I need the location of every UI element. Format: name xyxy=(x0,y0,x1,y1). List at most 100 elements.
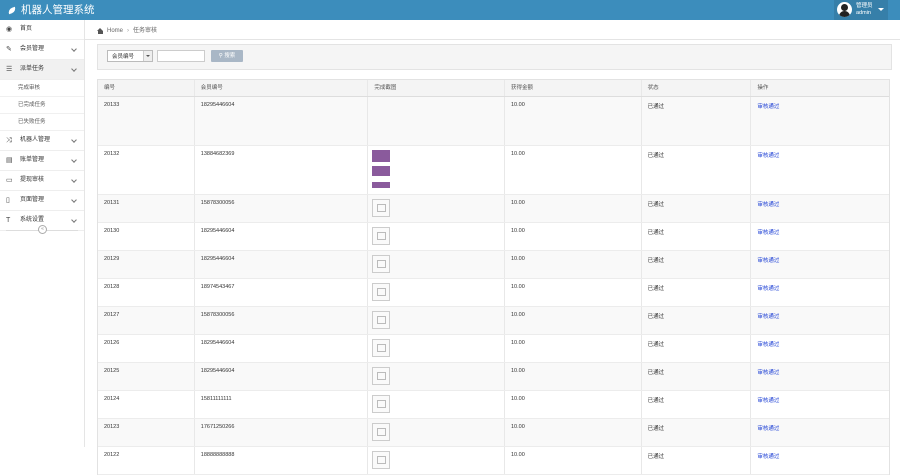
screenshot-image[interactable] xyxy=(372,166,391,176)
home-icon[interactable] xyxy=(97,28,104,34)
breadcrumb-home[interactable]: Home xyxy=(107,26,123,36)
search-field-select[interactable]: 会员编号 xyxy=(107,50,153,62)
sidebar-item-tasks[interactable]: ☰ 派单任务 xyxy=(0,60,84,80)
search-button-label: 搜索 xyxy=(224,53,236,59)
cell-status: 已通过 xyxy=(642,335,752,362)
cell-action-text[interactable]: 审核通过 xyxy=(757,256,779,264)
table-row: 20131 15878300056 10.00 已通过 审核通过 xyxy=(98,195,889,223)
cell-member: 15811111111 xyxy=(195,391,369,418)
cell-status-text: 已通过 xyxy=(647,314,665,320)
leaf-icon xyxy=(7,6,17,14)
cell-member: 18888888888 xyxy=(195,447,369,474)
screenshot-thumbnail[interactable] xyxy=(372,423,391,441)
cell-status: 已通过 xyxy=(642,363,752,390)
cell-action-text[interactable]: 审核通过 xyxy=(757,424,779,432)
cell-status-text: 已通过 xyxy=(647,342,665,348)
sidebar-item-label: 会员管理 xyxy=(20,46,45,52)
sidebar-subitem-completed[interactable]: 已完成任务 xyxy=(0,97,84,114)
cell-screenshot xyxy=(368,391,505,418)
sidebar-item-label: 派单任务 xyxy=(20,66,45,72)
cell-member: 13884682369 xyxy=(195,146,369,194)
cell-status: 已通过 xyxy=(642,279,752,306)
cell-status-text: 已通过 xyxy=(647,230,665,236)
cell-action-text[interactable]: 审核通过 xyxy=(757,102,779,110)
sidebar-item-label: 提现审核 xyxy=(20,177,45,183)
cell-status-text: 已通过 xyxy=(647,370,665,376)
sidebar-item-billing[interactable]: ▤ 账单管理 xyxy=(0,151,84,171)
cell-action-text[interactable]: 审核通过 xyxy=(757,396,779,404)
cell-action-text[interactable]: 审核通过 xyxy=(757,368,779,376)
cell-status: 已通过 xyxy=(642,391,752,418)
cell-amount-text: 10.00 xyxy=(510,284,525,290)
user-name: 管理员 xyxy=(856,3,873,9)
sidebar-subitem-review[interactable]: 完成审核 xyxy=(0,80,84,97)
cell-status-text: 已通过 xyxy=(647,258,665,264)
cell-action-text[interactable]: 审核通过 xyxy=(757,228,779,236)
cell-id-text: 20126 xyxy=(104,340,120,346)
cell-amount: 10.00 xyxy=(505,335,642,362)
cell-id: 20127 xyxy=(98,307,195,334)
table-row: 20124 15811111111 10.00 已通过 审核通过 xyxy=(98,391,889,419)
table-header: 编号 会员编号 完成截图 获得金额 状态 操作 xyxy=(98,80,889,97)
screenshot-thumbnail[interactable] xyxy=(372,367,391,385)
table-row: 20129 18295446604 10.00 已通过 审核通过 xyxy=(98,251,889,279)
cell-status-text: 已通过 xyxy=(647,454,665,460)
user-role: admin xyxy=(856,10,871,16)
cell-id-text: 20133 xyxy=(104,102,120,108)
user-menu[interactable]: 管理员 admin xyxy=(834,0,888,20)
search-input[interactable] xyxy=(157,50,205,62)
cell-action-text[interactable]: 审核通过 xyxy=(757,340,779,348)
edit-icon: ✎ xyxy=(6,46,12,53)
cell-screenshot xyxy=(368,251,505,278)
table-row: 20125 18295446604 10.00 已通过 审核通过 xyxy=(98,363,889,391)
cell-action-text[interactable]: 审核通过 xyxy=(757,200,779,208)
cell-member-text: 13884682369 xyxy=(200,151,235,157)
collapse-sidebar-icon[interactable]: « xyxy=(38,225,47,234)
sidebar-item-pages[interactable]: ▯ 页面管理 xyxy=(0,191,84,211)
screenshot-thumbnail[interactable] xyxy=(372,451,391,469)
chevron-down-icon xyxy=(143,51,152,61)
select-value: 会员编号 xyxy=(112,54,135,60)
sidebar-item-label: 首页 xyxy=(20,26,33,32)
cell-id: 20123 xyxy=(98,419,195,446)
screenshot-thumbnail[interactable] xyxy=(372,283,391,301)
sidebar-subitem-failed[interactable]: 已失败任务 xyxy=(0,114,84,131)
screenshot-thumbnail[interactable] xyxy=(372,395,391,413)
col-header-action: 操作 xyxy=(757,85,769,91)
screenshot-thumbnail[interactable] xyxy=(372,311,391,329)
cell-id-text: 20128 xyxy=(104,284,120,290)
screenshot-thumbnail[interactable] xyxy=(372,339,391,357)
cell-id: 20124 xyxy=(98,391,195,418)
search-button[interactable]: ⚲ 搜索 xyxy=(211,50,243,62)
sidebar-item-withdraw[interactable]: ▭ 提现审核 xyxy=(0,171,84,191)
breadcrumb: Home › 任务审核 xyxy=(97,26,157,36)
table-row: 20123 17671250266 10.00 已通过 审核通过 xyxy=(98,419,889,447)
cell-member: 15878300056 xyxy=(195,307,369,334)
chevron-down-icon xyxy=(71,177,77,183)
sidebar-item-robots[interactable]: ⤨ 机器人管理 xyxy=(0,131,84,151)
sidebar: ◉ 首页 ✎ 会员管理 ☰ 派单任务 完成审核 已完成任务 已失败任务 ⤨ 机器… xyxy=(0,20,85,447)
screenshot-thumbnail[interactable] xyxy=(372,227,391,245)
screenshot-image[interactable] xyxy=(372,182,391,188)
cell-action-text[interactable]: 审核通过 xyxy=(757,151,779,159)
sidebar-item-home[interactable]: ◉ 首页 xyxy=(0,20,84,40)
cell-amount-text: 10.00 xyxy=(510,340,525,346)
screenshot-image[interactable] xyxy=(372,150,391,162)
cell-id-text: 20127 xyxy=(104,312,120,318)
sidebar-item-label: 页面管理 xyxy=(20,197,45,203)
app-brand[interactable]: 机器人管理系统 xyxy=(7,3,95,17)
cell-action-text[interactable]: 审核通过 xyxy=(757,284,779,292)
sidebar-item-members[interactable]: ✎ 会员管理 xyxy=(0,40,84,60)
cell-amount: 10.00 xyxy=(505,97,642,145)
cell-amount: 10.00 xyxy=(505,307,642,334)
screenshot-thumbnail[interactable] xyxy=(372,255,391,273)
cell-amount-text: 10.00 xyxy=(510,396,525,402)
screenshot-thumbnail[interactable] xyxy=(372,199,391,217)
cell-action: 审核通过 xyxy=(751,223,889,250)
cell-status-text: 已通过 xyxy=(647,398,665,404)
cell-action-text[interactable]: 审核通过 xyxy=(757,312,779,320)
cell-id-text: 20124 xyxy=(104,396,120,402)
cell-action-text[interactable]: 审核通过 xyxy=(757,452,779,460)
cell-status: 已通过 xyxy=(642,447,752,474)
cell-id: 20129 xyxy=(98,251,195,278)
